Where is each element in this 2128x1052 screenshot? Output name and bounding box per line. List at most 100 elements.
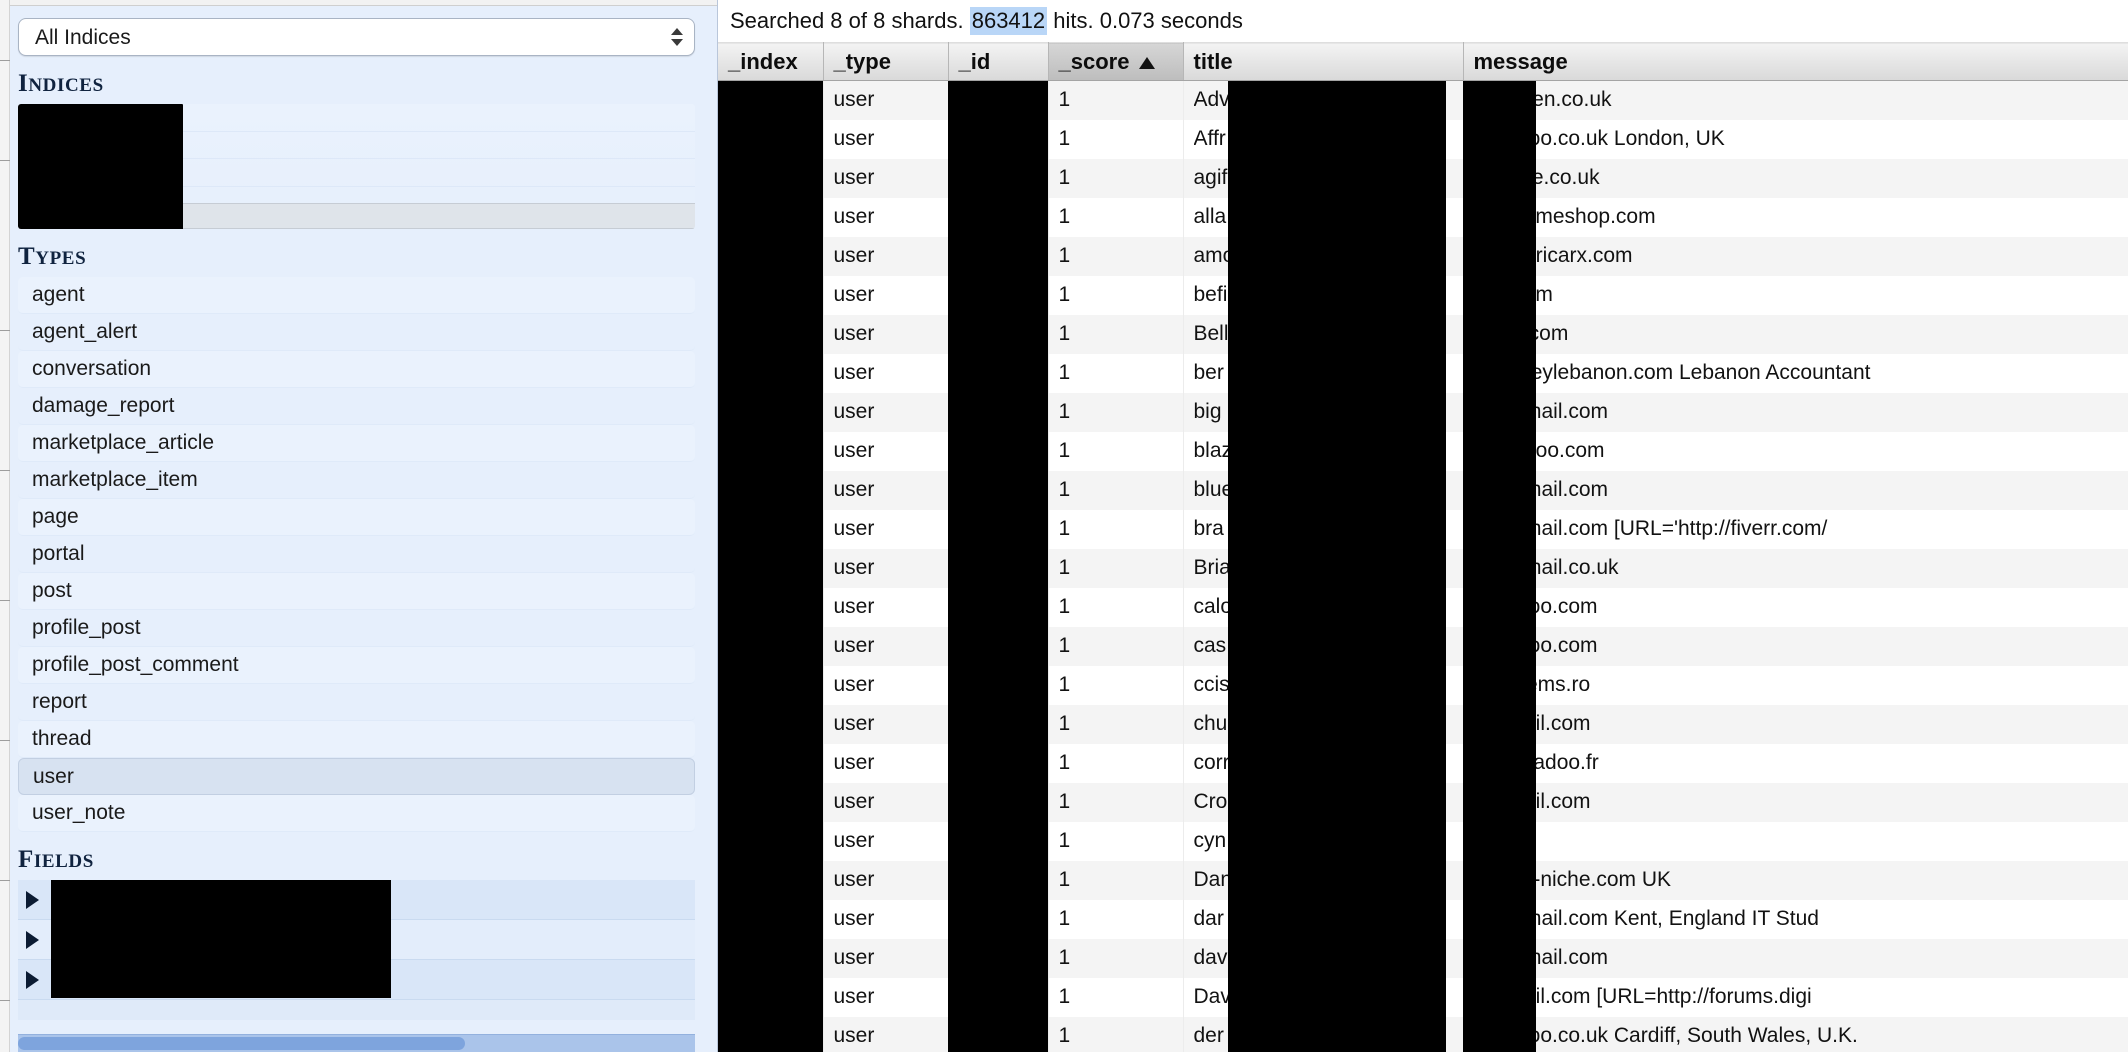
cell-text: user: [833, 556, 875, 579]
cell-text: user: [833, 595, 875, 618]
table-row[interactable]: user 1 Dav @gmail.com [URL=http://forums.di…: [718, 977, 2128, 1017]
cell-text: user: [833, 283, 875, 306]
cell-text: 1: [1058, 439, 1071, 462]
cell-score: 1: [1048, 1016, 1184, 1052]
table-row[interactable]: user 1 cas @yahoo.com: [718, 626, 2128, 666]
table-row[interactable]: user 1 agif ectrade.co.uk: [718, 158, 2128, 198]
cell-id: [948, 899, 1049, 939]
table-row[interactable]: user 1 corr @wanadoo.fr: [718, 743, 2128, 783]
cell-text: user: [833, 946, 875, 969]
cell-text: @hotmail.com: [1473, 478, 1609, 501]
cell-id: [948, 548, 1049, 588]
table-row[interactable]: user 1 chu @gmail.com: [718, 704, 2128, 744]
sidebar-type-page[interactable]: page: [18, 499, 695, 536]
cell-text: 1: [1058, 673, 1071, 696]
table-row[interactable]: user 1 blue @hotmail.com: [718, 470, 2128, 510]
table-row[interactable]: user 1 amo @americarx.com: [718, 236, 2128, 276]
table-row[interactable]: user 1 blaz r@yahoo.com: [718, 431, 2128, 471]
table-row[interactable]: user 1 Adv @perren.co.uk: [718, 80, 2128, 120]
indices-section-heading: INDICES: [0, 56, 717, 104]
cell-score: 1: [1048, 353, 1184, 393]
sidebar-type-profile_post_comment[interactable]: profile_post_comment: [18, 647, 695, 684]
types-section-heading: TYPES: [0, 229, 717, 277]
cell-title: Bria: [1183, 548, 1464, 588]
cell-text: dav: [1193, 946, 1228, 969]
sidebar-type-report[interactable]: report: [18, 684, 695, 721]
table-row[interactable]: user 1 calo @yahoo.com: [718, 587, 2128, 627]
scrollbar-thumb[interactable]: [18, 1037, 465, 1050]
sidebar-type-thread[interactable]: thread: [18, 721, 695, 758]
select-stepper[interactable]: [670, 24, 684, 50]
cell-text: @aol.com: [1473, 322, 1569, 345]
table-row[interactable]: user 1 alla llaboutmeshop.com: [718, 197, 2128, 237]
cell-text: 1: [1058, 751, 1071, 774]
cell-type: user: [823, 899, 949, 939]
table-row[interactable]: user 1 cyn d.com: [718, 821, 2128, 861]
cell-text: der: [1193, 1024, 1224, 1047]
column-header-type[interactable]: _type: [823, 42, 949, 81]
table-row[interactable]: user 1 ccis cisystems.ro: [718, 665, 2128, 705]
column-header-score[interactable]: _score: [1048, 42, 1184, 81]
cell-text: user: [833, 322, 875, 345]
triangle-right-icon[interactable]: [26, 890, 39, 909]
column-header-index[interactable]: _index: [718, 42, 824, 81]
sidebar-type-conversation[interactable]: conversation: [18, 351, 695, 388]
cell-text: Cro: [1193, 790, 1228, 813]
table-row[interactable]: user 1 big @hotmail.com: [718, 392, 2128, 432]
cell-index: [718, 548, 824, 588]
sidebar-horizontal-scrollbar[interactable]: [18, 1034, 695, 1052]
cell-text: user: [833, 478, 875, 501]
table-row[interactable]: user 1 dar @hotmail.com Kent, England IT St…: [718, 899, 2128, 939]
cell-text: 1: [1058, 244, 1071, 267]
cell-text: 1: [1058, 88, 1071, 112]
sidebar-type-post[interactable]: post: [18, 573, 695, 610]
sidebar-type-user_note[interactable]: user_note: [18, 795, 695, 832]
triangle-up-icon: [1139, 56, 1156, 69]
table-row[interactable]: user 1 Cro @gmail.com: [718, 782, 2128, 822]
column-header-title[interactable]: title: [1183, 42, 1464, 81]
table-row[interactable]: user 1 befi nsn.com: [718, 275, 2128, 315]
table-row[interactable]: user 1 Bria @hotmail.co.uk: [718, 548, 2128, 588]
redacted-fields-content: [51, 880, 391, 998]
cell-text: @hotmail.com: [1473, 946, 1609, 969]
cell-message: @wanadoo.fr: [1463, 743, 2128, 783]
sidebar-type-profile_post[interactable]: profile_post: [18, 610, 695, 647]
cell-type: user: [823, 236, 949, 276]
sidebar-type-damage_report[interactable]: damage_report: [18, 388, 695, 425]
cell-type: user: [823, 314, 949, 354]
cell-text: Bria: [1193, 556, 1231, 579]
cell-text: berkeleylebanon.com Lebanon Accountant: [1473, 361, 1871, 384]
column-header-id[interactable]: _id: [948, 42, 1049, 81]
sidebar-type-marketplace_item[interactable]: marketplace_item: [18, 462, 695, 499]
cell-text: 1: [1058, 361, 1071, 384]
hit-count[interactable]: 863412: [969, 7, 1048, 35]
cell-type: user: [823, 704, 949, 744]
sidebar-type-agent[interactable]: agent: [18, 277, 695, 314]
cell-text: corr: [1193, 751, 1230, 774]
index-select[interactable]: All Indices: [18, 18, 695, 56]
sidebar-type-marketplace_article[interactable]: marketplace_article: [18, 425, 695, 462]
cell-score: 1: [1048, 938, 1184, 978]
status-prefix: Searched 8 of 8 shards.: [730, 8, 964, 33]
table-row[interactable]: user 1 der @yahoo.co.uk Cardiff, South Wale…: [718, 1016, 2128, 1052]
triangle-right-icon[interactable]: [26, 930, 39, 949]
sidebar-type-portal[interactable]: portal: [18, 536, 695, 573]
cell-score: 1: [1048, 275, 1184, 315]
table-row[interactable]: user 1 Affr @yahoo.co.uk London, UK: [718, 119, 2128, 159]
table-row[interactable]: user 1 Dan @web-niche.com UK: [718, 860, 2128, 900]
triangle-right-icon[interactable]: [26, 970, 39, 989]
table-row[interactable]: user 1 dav @hotmail.com: [718, 938, 2128, 978]
column-header-message[interactable]: message: [1463, 42, 2128, 81]
cell-index: [718, 821, 824, 861]
table-row[interactable]: user 1 Bell @aol.com: [718, 314, 2128, 354]
fields-panel[interactable]: [18, 880, 695, 1020]
table-row[interactable]: user 1 bra @hotmail.com [URL='http://fiverr…: [718, 509, 2128, 549]
sidebar-type-agent_alert[interactable]: agent_alert: [18, 314, 695, 351]
cell-title: big: [1183, 392, 1464, 432]
table-row[interactable]: user 1 ber berkeleylebanon.com Lebanon Acco…: [718, 353, 2128, 393]
cell-type: user: [823, 431, 949, 471]
sidebar-type-user[interactable]: user: [18, 758, 695, 795]
indices-panel[interactable]: [18, 104, 695, 229]
cell-type: user: [823, 626, 949, 666]
cell-text: 1: [1058, 985, 1071, 1008]
